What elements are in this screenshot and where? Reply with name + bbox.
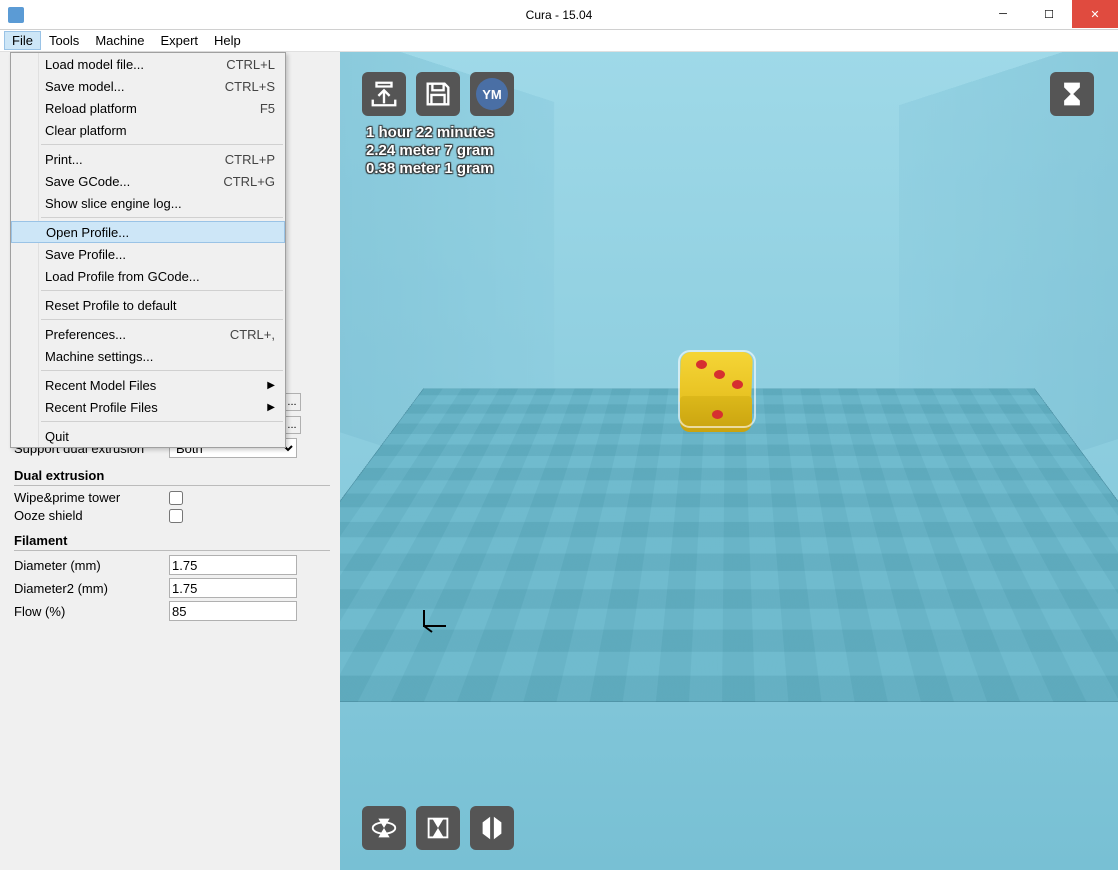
maximize-button[interactable]: ☐ [1026, 0, 1072, 28]
mirror-button[interactable] [470, 806, 514, 850]
submenu-arrow-icon: ▶ [267, 402, 275, 413]
build-volume [340, 252, 1118, 752]
menu-preferences[interactable]: Preferences...CTRL+, [11, 323, 285, 345]
3d-viewport[interactable]: YM 1 hour 22 minutes 2.24 meter 7 gram 0… [340, 52, 1118, 870]
menu-save-profile[interactable]: Save Profile... [11, 243, 285, 265]
diameter2-label: Diameter2 (mm) [14, 581, 169, 596]
scale-icon [423, 813, 453, 843]
menu-recent-model[interactable]: Recent Model Files▶ [11, 374, 285, 396]
menubar: File Tools Machine Expert Help [0, 30, 1118, 52]
menu-load-model[interactable]: Load model file...CTRL+L [11, 53, 285, 75]
rotate-icon [369, 813, 399, 843]
menu-file[interactable]: File [4, 31, 41, 50]
menu-reload-platform[interactable]: Reload platformF5 [11, 97, 285, 119]
diameter-input[interactable] [169, 555, 297, 575]
wipe-prime-label: Wipe&prime tower [14, 490, 169, 505]
load-icon [369, 79, 399, 109]
print-stats: 1 hour 22 minutes 2.24 meter 7 gram 0.38… [366, 124, 494, 178]
menu-show-slice-log[interactable]: Show slice engine log... [11, 192, 285, 214]
menu-clear-platform[interactable]: Clear platform [11, 119, 285, 141]
menu-save-gcode[interactable]: Save GCode...CTRL+G [11, 170, 285, 192]
ym-icon: YM [476, 78, 508, 110]
stat-filament1: 2.24 meter 7 gram [366, 142, 494, 160]
view-mode-button[interactable] [1050, 72, 1094, 116]
diameter-label: Diameter (mm) [14, 558, 169, 573]
menu-expert[interactable]: Expert [152, 31, 206, 50]
menu-quit[interactable]: Quit [11, 425, 285, 447]
load-model-button[interactable] [362, 72, 406, 116]
menu-open-profile[interactable]: Open Profile... [11, 221, 285, 243]
save-button[interactable] [416, 72, 460, 116]
hourglass-icon [1058, 80, 1086, 108]
viewport-bottom-toolbar [362, 806, 514, 850]
rotate-button[interactable] [362, 806, 406, 850]
ooze-shield-checkbox[interactable] [169, 509, 183, 523]
minimize-button[interactable]: ─ [980, 0, 1026, 28]
axis-indicator [420, 606, 452, 640]
app-icon [8, 7, 24, 23]
save-icon [423, 79, 453, 109]
diameter2-input[interactable] [169, 578, 297, 598]
build-plate [340, 388, 1118, 702]
stat-filament2: 0.38 meter 1 gram [366, 160, 494, 178]
window-title: Cura - 15.04 [526, 8, 593, 22]
stat-time: 1 hour 22 minutes [366, 124, 494, 142]
file-dropdown-menu: Load model file...CTRL+L Save model...CT… [10, 52, 286, 448]
menu-reset-profile[interactable]: Reset Profile to default [11, 294, 285, 316]
close-button[interactable]: ✕ [1072, 0, 1118, 28]
menu-tools[interactable]: Tools [41, 31, 87, 50]
menu-load-profile-gcode[interactable]: Load Profile from GCode... [11, 265, 285, 287]
menu-recent-profile[interactable]: Recent Profile Files▶ [11, 396, 285, 418]
window-controls: ─ ☐ ✕ [980, 0, 1118, 28]
model-dice[interactable] [680, 352, 754, 426]
ooze-shield-label: Ooze shield [14, 508, 169, 523]
dual-extrusion-header: Dual extrusion [14, 468, 330, 486]
scale-button[interactable] [416, 806, 460, 850]
filament-header: Filament [14, 533, 330, 551]
wipe-prime-checkbox[interactable] [169, 491, 183, 505]
menu-save-model[interactable]: Save model...CTRL+S [11, 75, 285, 97]
submenu-arrow-icon: ▶ [267, 380, 275, 391]
menu-help[interactable]: Help [206, 31, 249, 50]
titlebar: Cura - 15.04 ─ ☐ ✕ [0, 0, 1118, 30]
flow-input[interactable] [169, 601, 297, 621]
menu-machine[interactable]: Machine [87, 31, 152, 50]
flow-label: Flow (%) [14, 604, 169, 619]
viewport-toolbar: YM [362, 72, 514, 116]
menu-machine-settings[interactable]: Machine settings... [11, 345, 285, 367]
ym-button[interactable]: YM [470, 72, 514, 116]
mirror-icon [477, 813, 507, 843]
menu-print[interactable]: Print...CTRL+P [11, 148, 285, 170]
